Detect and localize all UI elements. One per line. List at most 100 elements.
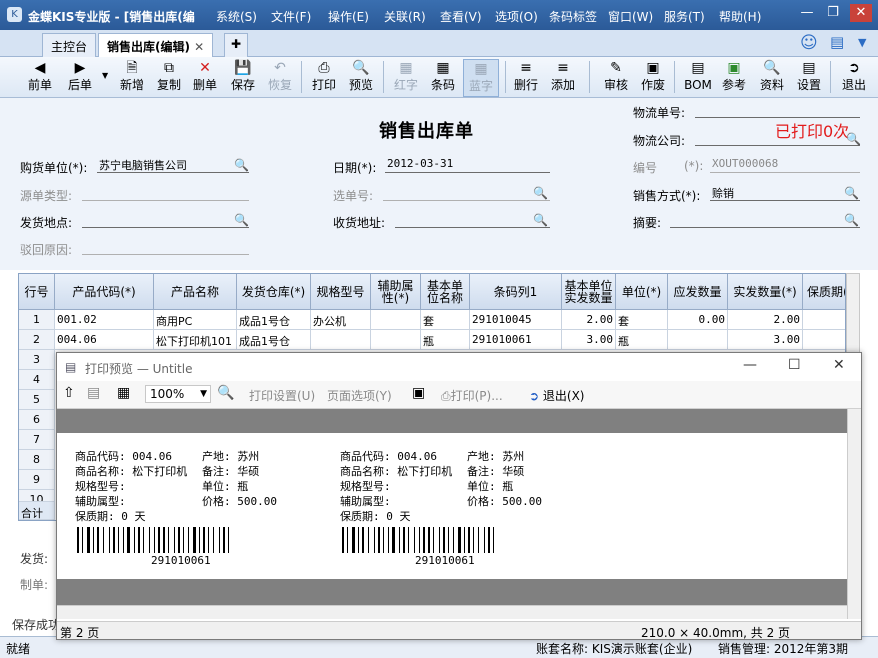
print-button-preview[interactable]: ⎙打印(P)... bbox=[441, 387, 503, 404]
preview-exit-button[interactable]: ➲ 退出(X) bbox=[529, 387, 584, 404]
expand-icon[interactable]: ▼ bbox=[858, 36, 866, 49]
table-cell[interactable]: 001.02 bbox=[55, 310, 154, 330]
table-cell[interactable] bbox=[371, 310, 421, 330]
menu-system[interactable]: 系统(S) bbox=[216, 8, 257, 25]
restore-button[interactable]: ↶ 恢复 bbox=[262, 59, 298, 97]
reference-button[interactable]: ▣ 参考 bbox=[716, 59, 752, 97]
preview-close-icon[interactable]: ✕ bbox=[833, 357, 845, 373]
table-cell[interactable]: 成品1号仓 bbox=[237, 330, 311, 350]
table-cell[interactable]: 3.00 bbox=[562, 330, 616, 350]
col-header[interactable]: 基本单位 实发数量 bbox=[562, 274, 616, 310]
col-header[interactable]: 产品代码(*) bbox=[55, 274, 154, 310]
settings-button[interactable]: ▤ 设置 bbox=[791, 59, 827, 97]
summary-lookup-icon[interactable]: 🔍 bbox=[844, 213, 859, 227]
close-icon[interactable]: ✕ bbox=[850, 4, 872, 22]
new-tab-icon[interactable]: ✚ bbox=[224, 33, 249, 57]
preview-horizontal-scrollbar[interactable] bbox=[57, 605, 847, 619]
table-cell[interactable] bbox=[311, 330, 371, 350]
bill-no-field[interactable]: XOUT000068 bbox=[710, 157, 860, 173]
barcode-button[interactable]: ▦ 条码 bbox=[425, 59, 461, 97]
delete-row-button[interactable]: ≡ 删行 bbox=[508, 59, 544, 97]
table-cell[interactable]: 成品1号仓 bbox=[237, 310, 311, 330]
table-cell[interactable]: 291010045 bbox=[470, 310, 562, 330]
preview-button[interactable]: 🔍 预览 bbox=[343, 59, 379, 97]
preview-vertical-scrollbar[interactable] bbox=[847, 409, 861, 619]
table-cell[interactable]: 2.00 bbox=[562, 310, 616, 330]
col-header[interactable]: 基本单 位名称 bbox=[421, 274, 470, 310]
table-cell[interactable]: 套 bbox=[616, 310, 668, 330]
delete-bill-button[interactable]: ✕ 删单 bbox=[187, 59, 223, 97]
table-cell[interactable]: 办公机 bbox=[311, 310, 371, 330]
table-cell[interactable]: 3.00 bbox=[728, 330, 803, 350]
receive-address-field[interactable] bbox=[395, 212, 550, 228]
audit-button[interactable]: ✎ 审核 bbox=[598, 59, 634, 97]
reject-reason-field[interactable] bbox=[82, 239, 249, 255]
select-no-lookup-icon[interactable]: 🔍 bbox=[533, 186, 548, 200]
zoom-magnifier-icon[interactable]: 🔍 bbox=[217, 385, 234, 401]
menu-barcode-label[interactable]: 条码标签 bbox=[549, 8, 597, 25]
zoom-select[interactable]: 100% ▼ bbox=[145, 385, 211, 403]
menu-options[interactable]: 选项(O) bbox=[495, 8, 538, 25]
bom-button[interactable]: ▤ BOM bbox=[680, 59, 716, 97]
export-icon[interactable]: ⇧ bbox=[63, 385, 75, 401]
crop-icon[interactable]: ▣ bbox=[412, 385, 425, 401]
red-entry-button[interactable]: ▦ 红字 bbox=[388, 59, 424, 97]
add-row-button[interactable]: ≡ 添加 bbox=[545, 59, 581, 97]
table-cell[interactable]: 2.00 bbox=[728, 310, 803, 330]
tab-close-icon[interactable]: ✕ bbox=[194, 40, 204, 54]
prev-bill-button[interactable]: ◀ 前单 bbox=[22, 59, 58, 97]
tab-sales-outbound[interactable]: 销售出库(编辑) ✕ bbox=[98, 33, 214, 57]
table-cell[interactable] bbox=[803, 330, 845, 350]
logistics-lookup-icon[interactable]: 🔍 bbox=[846, 132, 861, 146]
sale-method-lookup-icon[interactable]: 🔍 bbox=[844, 186, 859, 200]
table-cell[interactable]: 004.06 bbox=[55, 330, 154, 350]
logistics-no-field[interactable] bbox=[695, 102, 860, 118]
table-cell[interactable]: 商用PC bbox=[154, 310, 237, 330]
restore-icon[interactable]: ❐ bbox=[822, 4, 844, 22]
smiley-icon[interactable]: ☺ bbox=[800, 33, 818, 53]
page-options-button[interactable]: 页面选项(Y) bbox=[327, 387, 392, 404]
sale-method-field[interactable]: 赊销 bbox=[710, 185, 860, 201]
select-no-field[interactable] bbox=[383, 185, 550, 201]
material-button[interactable]: 🔍 资料 bbox=[754, 59, 790, 97]
ship-place-lookup-icon[interactable]: 🔍 bbox=[234, 213, 249, 227]
summary-field[interactable] bbox=[670, 212, 860, 228]
col-header[interactable]: 发货仓库(*) bbox=[237, 274, 311, 310]
col-header[interactable]: 产品名称 bbox=[154, 274, 237, 310]
minimize-icon[interactable]: — bbox=[796, 4, 818, 22]
col-header[interactable]: 应发数量 bbox=[668, 274, 728, 310]
source-type-field[interactable] bbox=[82, 185, 249, 201]
menu-help[interactable]: 帮助(H) bbox=[719, 8, 761, 25]
preview-minimize-icon[interactable]: — bbox=[743, 357, 757, 373]
logistics-co-field[interactable] bbox=[695, 130, 860, 146]
buyer-field[interactable]: 苏宁电脑销售公司 bbox=[97, 157, 249, 173]
col-header[interactable]: 行号 bbox=[19, 274, 55, 310]
table-cell[interactable] bbox=[668, 330, 728, 350]
blue-entry-button[interactable]: ▦ 蓝字 bbox=[463, 59, 499, 97]
table-cell[interactable]: 0.00 bbox=[668, 310, 728, 330]
print-button[interactable]: ⎙ 打印 bbox=[306, 59, 342, 97]
buyer-lookup-icon[interactable]: 🔍 bbox=[234, 158, 249, 172]
preview-maximize-icon[interactable]: ☐ bbox=[788, 357, 801, 373]
menu-operate[interactable]: 操作(E) bbox=[328, 8, 369, 25]
next-bill-button[interactable]: ▶ 后单 bbox=[62, 59, 98, 97]
date-field[interactable]: 2012-03-31 bbox=[385, 157, 550, 173]
table-cell[interactable]: 瓶 bbox=[421, 330, 470, 350]
col-header[interactable]: 条码列1 bbox=[470, 274, 562, 310]
save-icon[interactable]: ▤ bbox=[87, 385, 100, 401]
table-cell[interactable] bbox=[803, 310, 845, 330]
col-header[interactable]: 单位(*) bbox=[616, 274, 668, 310]
ship-place-field[interactable] bbox=[82, 212, 249, 228]
menu-file[interactable]: 文件(F) bbox=[271, 8, 311, 25]
table-cell[interactable]: 松下打印机101 bbox=[154, 330, 237, 350]
void-button[interactable]: ▣ 作废 bbox=[635, 59, 671, 97]
pages-grid-icon[interactable]: ▦ bbox=[117, 385, 130, 401]
new-button[interactable]: 🗎 新增 bbox=[114, 59, 150, 97]
message-icon[interactable]: ▤ bbox=[830, 33, 844, 51]
menu-service[interactable]: 服务(T) bbox=[664, 8, 705, 25]
print-setup-button[interactable]: 打印设置(U) bbox=[249, 387, 315, 404]
receive-address-lookup-icon[interactable]: 🔍 bbox=[533, 213, 548, 227]
menu-view[interactable]: 查看(V) bbox=[440, 8, 482, 25]
menu-window[interactable]: 窗口(W) bbox=[608, 8, 653, 25]
copy-button[interactable]: ⧉ 复制 bbox=[151, 59, 187, 97]
